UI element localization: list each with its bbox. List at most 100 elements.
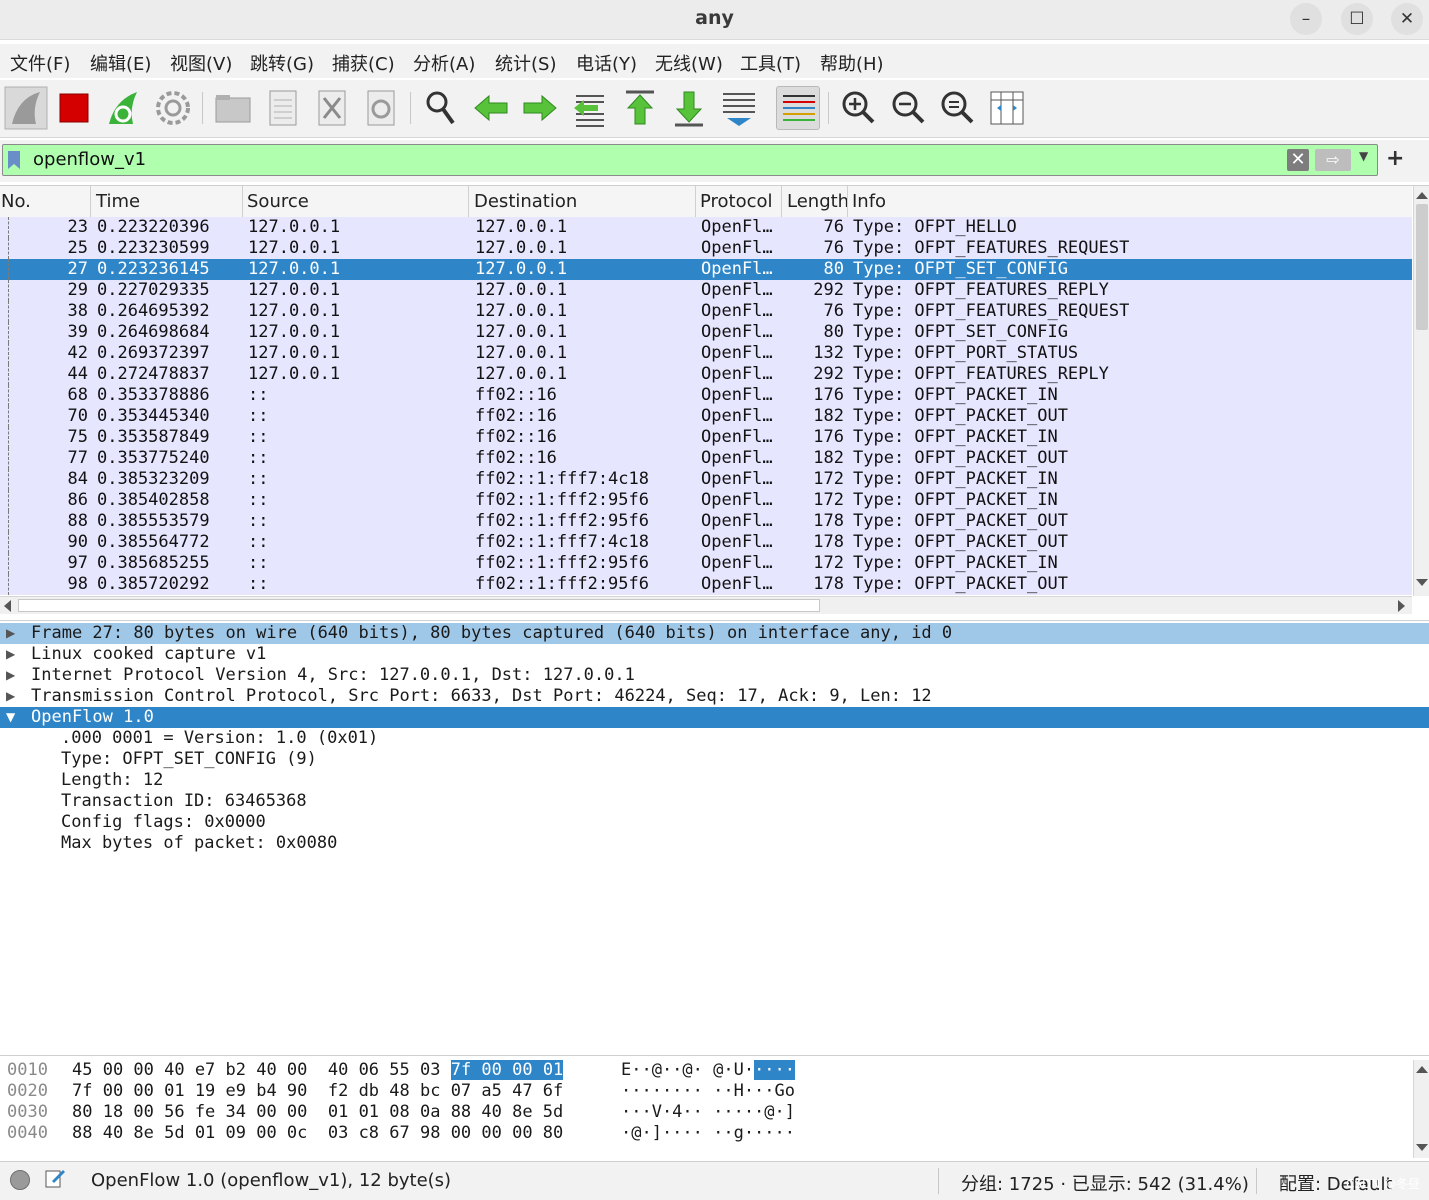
menu-telephony[interactable]: 电话(Y): [576, 50, 637, 76]
zoom-out-icon[interactable]: [886, 86, 930, 130]
detail-field-row[interactable]: .000 0001 = Version: 1.0 (0x01): [0, 728, 1429, 749]
detail-protocol-row[interactable]: ▶ Internet Protocol Version 4, Src: 127.0…: [0, 665, 1429, 686]
expanded-arrow-icon[interactable]: ▼: [6, 707, 15, 728]
column-divider[interactable]: [90, 186, 91, 218]
folder-icon[interactable]: [211, 86, 255, 130]
detail-field-row[interactable]: Length: 12: [0, 770, 1429, 791]
detail-field-row[interactable]: Type: OFPT_SET_CONFIG (9): [0, 749, 1429, 770]
column-divider[interactable]: [468, 186, 469, 218]
ascii-bytes[interactable]: ·@·]···· ··g·····: [621, 1123, 795, 1144]
expert-info-icon[interactable]: [10, 1170, 30, 1190]
minimize-button[interactable]: –: [1290, 3, 1322, 35]
display-filter-value[interactable]: openflow_v1: [33, 149, 146, 170]
packet-row[interactable]: 88 0.385553579:: ff02::1:fff2:95f6 OpenFl… 1…: [0, 511, 1412, 532]
shark-fin-icon[interactable]: [4, 86, 48, 130]
hex-dump-row[interactable]: 0040 88 40 8e 5d 01 09 00 0c 03 c8 67 98 …: [0, 1123, 1410, 1144]
display-filter-input[interactable]: openflow_v1 ✕ ⇨ ▼: [2, 144, 1378, 176]
detail-protocol-row[interactable]: ▶ Frame 27: 80 bytes on wire (640 bits), …: [0, 623, 1429, 644]
clear-filter-icon[interactable]: ✕: [1287, 149, 1309, 171]
scroll-right-icon[interactable]: [1398, 600, 1405, 612]
column-header-no[interactable]: No.: [1, 191, 31, 212]
menu-statistics[interactable]: 统计(S): [495, 50, 556, 76]
apply-filter-icon[interactable]: ⇨: [1315, 149, 1351, 171]
packet-row[interactable]: 70 0.353445340:: ff02::16 OpenFl… 182 Type: O…: [0, 406, 1412, 427]
colorize-icon[interactable]: [776, 86, 820, 130]
column-divider[interactable]: [781, 186, 782, 218]
menu-go[interactable]: 跳转(G): [250, 50, 314, 76]
hex-bytes[interactable]: 45 00 00 40 e7 b2 40 00 40 06 55 03 7f 0…: [72, 1060, 564, 1081]
auto-scroll-icon[interactable]: [717, 86, 761, 130]
scroll-up-icon[interactable]: [1416, 1066, 1428, 1073]
packet-row[interactable]: 68 0.353378886:: ff02::16 OpenFl… 176 Type: O…: [0, 385, 1412, 406]
edit-comment-icon[interactable]: [44, 1167, 66, 1189]
hex-dump-row[interactable]: 0020 7f 00 00 01 19 e9 b4 90 f2 db 48 bc …: [0, 1081, 1410, 1102]
hex-dump-row[interactable]: 0030 80 18 00 56 fe 34 00 00 01 01 08 0a …: [0, 1102, 1410, 1123]
ascii-bytes[interactable]: ···V·4·· ·····@·]: [621, 1102, 795, 1123]
hex-bytes[interactable]: 7f 00 00 01 19 e9 b4 90 f2 db 48 bc 07 a…: [72, 1081, 563, 1102]
column-divider[interactable]: [847, 186, 848, 218]
menu-wireless[interactable]: 无线(W): [655, 50, 723, 76]
close-button[interactable]: ✕: [1391, 3, 1423, 35]
collapsed-arrow-icon[interactable]: ▶: [6, 665, 15, 686]
go-last-icon[interactable]: [667, 86, 711, 130]
detail-protocol-row[interactable]: ▶ Transmission Control Protocol, Src Port…: [0, 686, 1429, 707]
search-icon[interactable]: [419, 86, 463, 130]
packet-row[interactable]: 27 0.223236145 127.0.0.1 127.0.0.1 OpenFl… 80…: [0, 259, 1412, 280]
packet-row[interactable]: 29 0.227029335 127.0.0.1 127.0.0.1 OpenFl… 29…: [0, 280, 1412, 301]
gear-icon[interactable]: [151, 86, 195, 130]
zoom-in-icon[interactable]: [836, 86, 880, 130]
column-header-protocol[interactable]: Protocol: [700, 191, 773, 212]
stop-icon[interactable]: [52, 86, 96, 130]
column-header-source[interactable]: Source: [247, 191, 309, 212]
packet-list-vscrollbar[interactable]: [1413, 186, 1429, 596]
packet-row[interactable]: 75 0.353587849:: ff02::16 OpenFl… 176 Type: O…: [0, 427, 1412, 448]
column-divider[interactable]: [242, 186, 243, 218]
bookmark-icon[interactable]: [7, 150, 21, 170]
close-file-icon[interactable]: [310, 86, 354, 130]
menu-view[interactable]: 视图(V): [170, 50, 232, 76]
file-icon[interactable]: [261, 86, 305, 130]
collapsed-arrow-icon[interactable]: ▶: [6, 623, 15, 644]
zoom-normal-icon[interactable]: [935, 86, 979, 130]
reload-icon[interactable]: [359, 86, 403, 130]
packet-row[interactable]: 44 0.272478837 127.0.0.1 127.0.0.1 OpenFl… 29…: [0, 364, 1412, 385]
go-first-icon[interactable]: [618, 86, 662, 130]
detail-field-row[interactable]: Config flags: 0x0000: [0, 812, 1429, 833]
add-filter-button[interactable]: +: [1386, 146, 1404, 171]
scroll-thumb[interactable]: [18, 599, 820, 612]
detail-protocol-row[interactable]: ▶ Linux cooked capture v1: [0, 644, 1429, 665]
menu-file[interactable]: 文件(F): [10, 50, 70, 76]
menu-edit[interactable]: 编辑(E): [90, 50, 151, 76]
restart-icon[interactable]: [101, 86, 145, 130]
column-header-info[interactable]: Info: [852, 191, 886, 212]
packet-list-hscrollbar[interactable]: [0, 596, 1412, 614]
arrow-left-icon[interactable]: [469, 86, 513, 130]
column-header-length[interactable]: Length: [787, 191, 849, 212]
hex-dump-row[interactable]: 0010 45 00 00 40 e7 b2 40 00 40 06 55 03 …: [0, 1060, 1410, 1081]
collapsed-arrow-icon[interactable]: ▶: [6, 686, 15, 707]
column-header-time[interactable]: Time: [96, 191, 140, 212]
packet-row[interactable]: 90 0.385564772:: ff02::1:fff7:4c18 OpenFl… 1…: [0, 532, 1412, 553]
hex-bytes[interactable]: 88 40 8e 5d 01 09 00 0c 03 c8 67 98 00 0…: [72, 1123, 563, 1144]
bytes-vscrollbar[interactable]: [1413, 1060, 1429, 1158]
ascii-bytes[interactable]: ········ ··H···Go: [621, 1081, 795, 1102]
packet-row[interactable]: 38 0.264695392 127.0.0.1 127.0.0.1 OpenFl… 76…: [0, 301, 1412, 322]
collapsed-arrow-icon[interactable]: ▶: [6, 644, 15, 665]
detail-protocol-row[interactable]: ▼ OpenFlow 1.0: [0, 707, 1429, 728]
column-divider[interactable]: [695, 186, 696, 218]
packet-row[interactable]: 39 0.264698684 127.0.0.1 127.0.0.1 OpenFl… 80…: [0, 322, 1412, 343]
ascii-bytes[interactable]: E··@··@· @·U·····: [621, 1060, 796, 1081]
scroll-up-icon[interactable]: [1416, 192, 1428, 199]
packet-row[interactable]: 97 0.385685255:: ff02::1:fff2:95f6 OpenFl… 1…: [0, 553, 1412, 574]
menu-help[interactable]: 帮助(H): [820, 50, 884, 76]
packet-row[interactable]: 84 0.385323209:: ff02::1:fff7:4c18 OpenFl… 1…: [0, 469, 1412, 490]
maximize-button[interactable]: ☐: [1341, 3, 1373, 35]
chevron-down-icon[interactable]: ▼: [1359, 149, 1368, 163]
scroll-thumb[interactable]: [1416, 204, 1428, 330]
menu-analyze[interactable]: 分析(A): [413, 50, 475, 76]
hex-bytes[interactable]: 80 18 00 56 fe 34 00 00 01 01 08 0a 88 4…: [72, 1102, 563, 1123]
resize-columns-icon[interactable]: [985, 86, 1029, 130]
scroll-down-icon[interactable]: [1416, 1144, 1428, 1151]
packet-row[interactable]: 86 0.385402858:: ff02::1:fff2:95f6 OpenFl… 1…: [0, 490, 1412, 511]
packet-row[interactable]: 25 0.223230599 127.0.0.1 127.0.0.1 OpenFl… 76…: [0, 238, 1412, 259]
